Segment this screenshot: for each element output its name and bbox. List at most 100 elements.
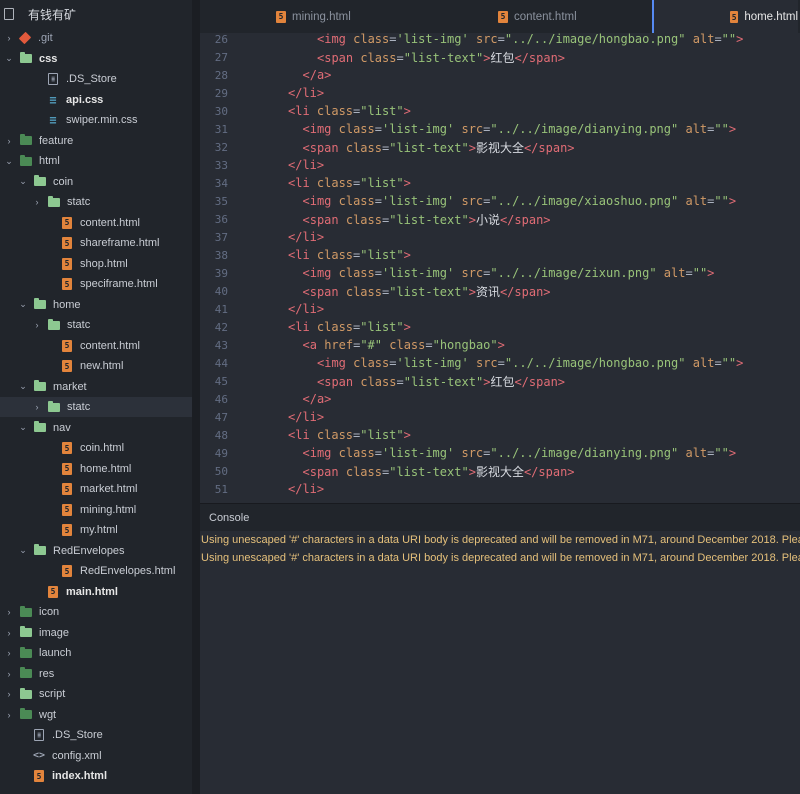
- console-message: Using unescaped '#' characters in a data…: [201, 534, 800, 546]
- folder-icon: [34, 298, 46, 309]
- tree-item-label: icon: [39, 606, 60, 618]
- console-title: Console: [209, 512, 250, 524]
- folder-icon: [34, 380, 46, 391]
- tree-item[interactable]: 5 my.html: [0, 520, 192, 540]
- code-line: 47 </li>: [200, 408, 800, 426]
- line-number: 35: [214, 194, 228, 208]
- code-line: 41 </li>: [200, 300, 800, 318]
- tree-item[interactable]: ⌄ coin: [0, 172, 192, 192]
- line-number: 43: [214, 338, 228, 352]
- folder-icon: [34, 544, 46, 555]
- chevron-down-icon[interactable]: ⌄: [18, 545, 28, 556]
- folder-icon: [48, 318, 60, 330]
- tree-item[interactable]: ⌄ css: [0, 49, 192, 69]
- tree-item[interactable]: 5 mining.html: [0, 500, 192, 520]
- console-output[interactable]: Using unescaped '#' characters in a data…: [200, 531, 800, 794]
- tree-item[interactable]: › icon: [0, 602, 192, 622]
- tree-item[interactable]: › statc: [0, 315, 192, 335]
- chevron-down-icon[interactable]: ⌄: [18, 381, 28, 392]
- tree-item[interactable]: 5 new.html: [0, 356, 192, 376]
- tree-item[interactable]: ≣ .DS_Store: [0, 69, 192, 89]
- tree-item[interactable]: 5 index.html: [0, 766, 192, 786]
- code-text: <li class="list">: [288, 428, 411, 442]
- tree-item[interactable]: ≡ swiper.min.css: [0, 110, 192, 130]
- chevron-right-icon[interactable]: ›: [4, 33, 14, 43]
- tree-item[interactable]: 5 home.html: [0, 459, 192, 479]
- tree-item[interactable]: 5 shop.html: [0, 254, 192, 274]
- chevron-right-icon[interactable]: ›: [4, 628, 14, 638]
- code-text: <img class='list-img' src="../../image/x…: [302, 194, 737, 208]
- tree-item[interactable]: ≡ api.css: [0, 90, 192, 110]
- tree-item[interactable]: 5 main.html: [0, 582, 192, 602]
- code-line: 30 <li class="list">: [200, 102, 800, 120]
- html-file-icon: 5: [62, 442, 72, 454]
- folder-icon: [20, 134, 32, 145]
- chevron-right-icon[interactable]: ›: [4, 689, 14, 699]
- chevron-right-icon[interactable]: ›: [32, 197, 42, 207]
- tree-item[interactable]: 5 market.html: [0, 479, 192, 499]
- html-file-icon: 5: [62, 462, 72, 475]
- line-number: 39: [214, 266, 228, 280]
- code-text: </li>: [288, 410, 325, 424]
- chevron-right-icon[interactable]: ›: [4, 648, 14, 658]
- tree-item[interactable]: <> config.xml: [0, 746, 192, 766]
- tree-item[interactable]: › res: [0, 664, 192, 684]
- tree-item[interactable]: › script: [0, 684, 192, 704]
- tree-item[interactable]: ≣ .DS_Store: [0, 725, 192, 745]
- tree-item[interactable]: ⌄ nav: [0, 418, 192, 438]
- tree-item[interactable]: 5 RedEnvelopes.html: [0, 561, 192, 581]
- project-sidebar: 有钱有矿 › .git ⌄ css ≣ .DS_Store ≡ api.css ≡ swiper.…: [0, 0, 192, 794]
- tree-item[interactable]: › launch: [0, 643, 192, 663]
- code-line: 34 <li class="list">: [200, 174, 800, 192]
- html-file-icon: 5: [498, 10, 508, 23]
- line-number: 27: [214, 50, 228, 64]
- tree-item[interactable]: › statc: [0, 192, 192, 212]
- tree-item[interactable]: ⌄ home: [0, 295, 192, 315]
- tree-item[interactable]: › image: [0, 623, 192, 643]
- line-number: 26: [214, 33, 228, 46]
- code-text: <li class="list">: [288, 176, 411, 190]
- code-line: 36 <span class="list-text">小说</span>: [200, 210, 800, 228]
- tree-item[interactable]: 5 content.html: [0, 213, 192, 233]
- chevron-right-icon[interactable]: ›: [4, 710, 14, 720]
- tree-item-label: home.html: [80, 462, 132, 475]
- tree-item[interactable]: 5 coin.html: [0, 438, 192, 458]
- tab-home-html[interactable]: 5 home.html: [652, 0, 798, 34]
- tree-item[interactable]: 5 speciframe.html: [0, 274, 192, 294]
- tree-item[interactable]: › feature: [0, 131, 192, 151]
- sidebar-splitter[interactable]: [192, 0, 200, 794]
- tab-content-html[interactable]: 5 content.html: [498, 0, 577, 33]
- chevron-right-icon[interactable]: ›: [4, 607, 14, 617]
- line-number: 29: [214, 86, 228, 100]
- chevron-down-icon[interactable]: ⌄: [18, 422, 28, 433]
- tree-item-label: html: [39, 155, 60, 167]
- project-header[interactable]: 有钱有矿: [0, 0, 192, 28]
- tree-item[interactable]: ⌄ RedEnvelopes: [0, 541, 192, 561]
- chevron-down-icon[interactable]: ⌄: [4, 53, 14, 64]
- tab-mining-html[interactable]: 5 mining.html: [276, 0, 351, 33]
- tree-item[interactable]: › .git: [0, 28, 192, 48]
- chevron-right-icon[interactable]: ›: [32, 402, 42, 412]
- tree-item[interactable]: 5 shareframe.html: [0, 233, 192, 253]
- chevron-down-icon[interactable]: ⌄: [18, 299, 28, 310]
- code-text: </li>: [288, 86, 325, 100]
- code-editor[interactable]: 26 <img class='list-img' src="../../image…: [200, 33, 800, 503]
- tree-item[interactable]: › statc: [0, 397, 192, 417]
- code-text: <span class="list-text">小说</span>: [302, 212, 551, 227]
- tree-item[interactable]: 5 content.html: [0, 336, 192, 356]
- code-text: </li>: [288, 230, 325, 244]
- tree-item[interactable]: ⌄ html: [0, 151, 192, 171]
- tab-label: home.html: [744, 11, 798, 23]
- chevron-right-icon[interactable]: ›: [32, 320, 42, 330]
- chevron-down-icon[interactable]: ⌄: [4, 156, 14, 166]
- chevron-down-icon[interactable]: ⌄: [18, 176, 28, 187]
- chevron-right-icon[interactable]: ›: [4, 136, 14, 146]
- tree-item[interactable]: › wgt: [0, 705, 192, 725]
- tree-item-label: shop.html: [80, 257, 128, 270]
- code-text: <img class='list-img' src="../../image/d…: [302, 122, 737, 136]
- tree-item[interactable]: ⌄ market: [0, 377, 192, 397]
- chevron-right-icon[interactable]: ›: [4, 669, 14, 679]
